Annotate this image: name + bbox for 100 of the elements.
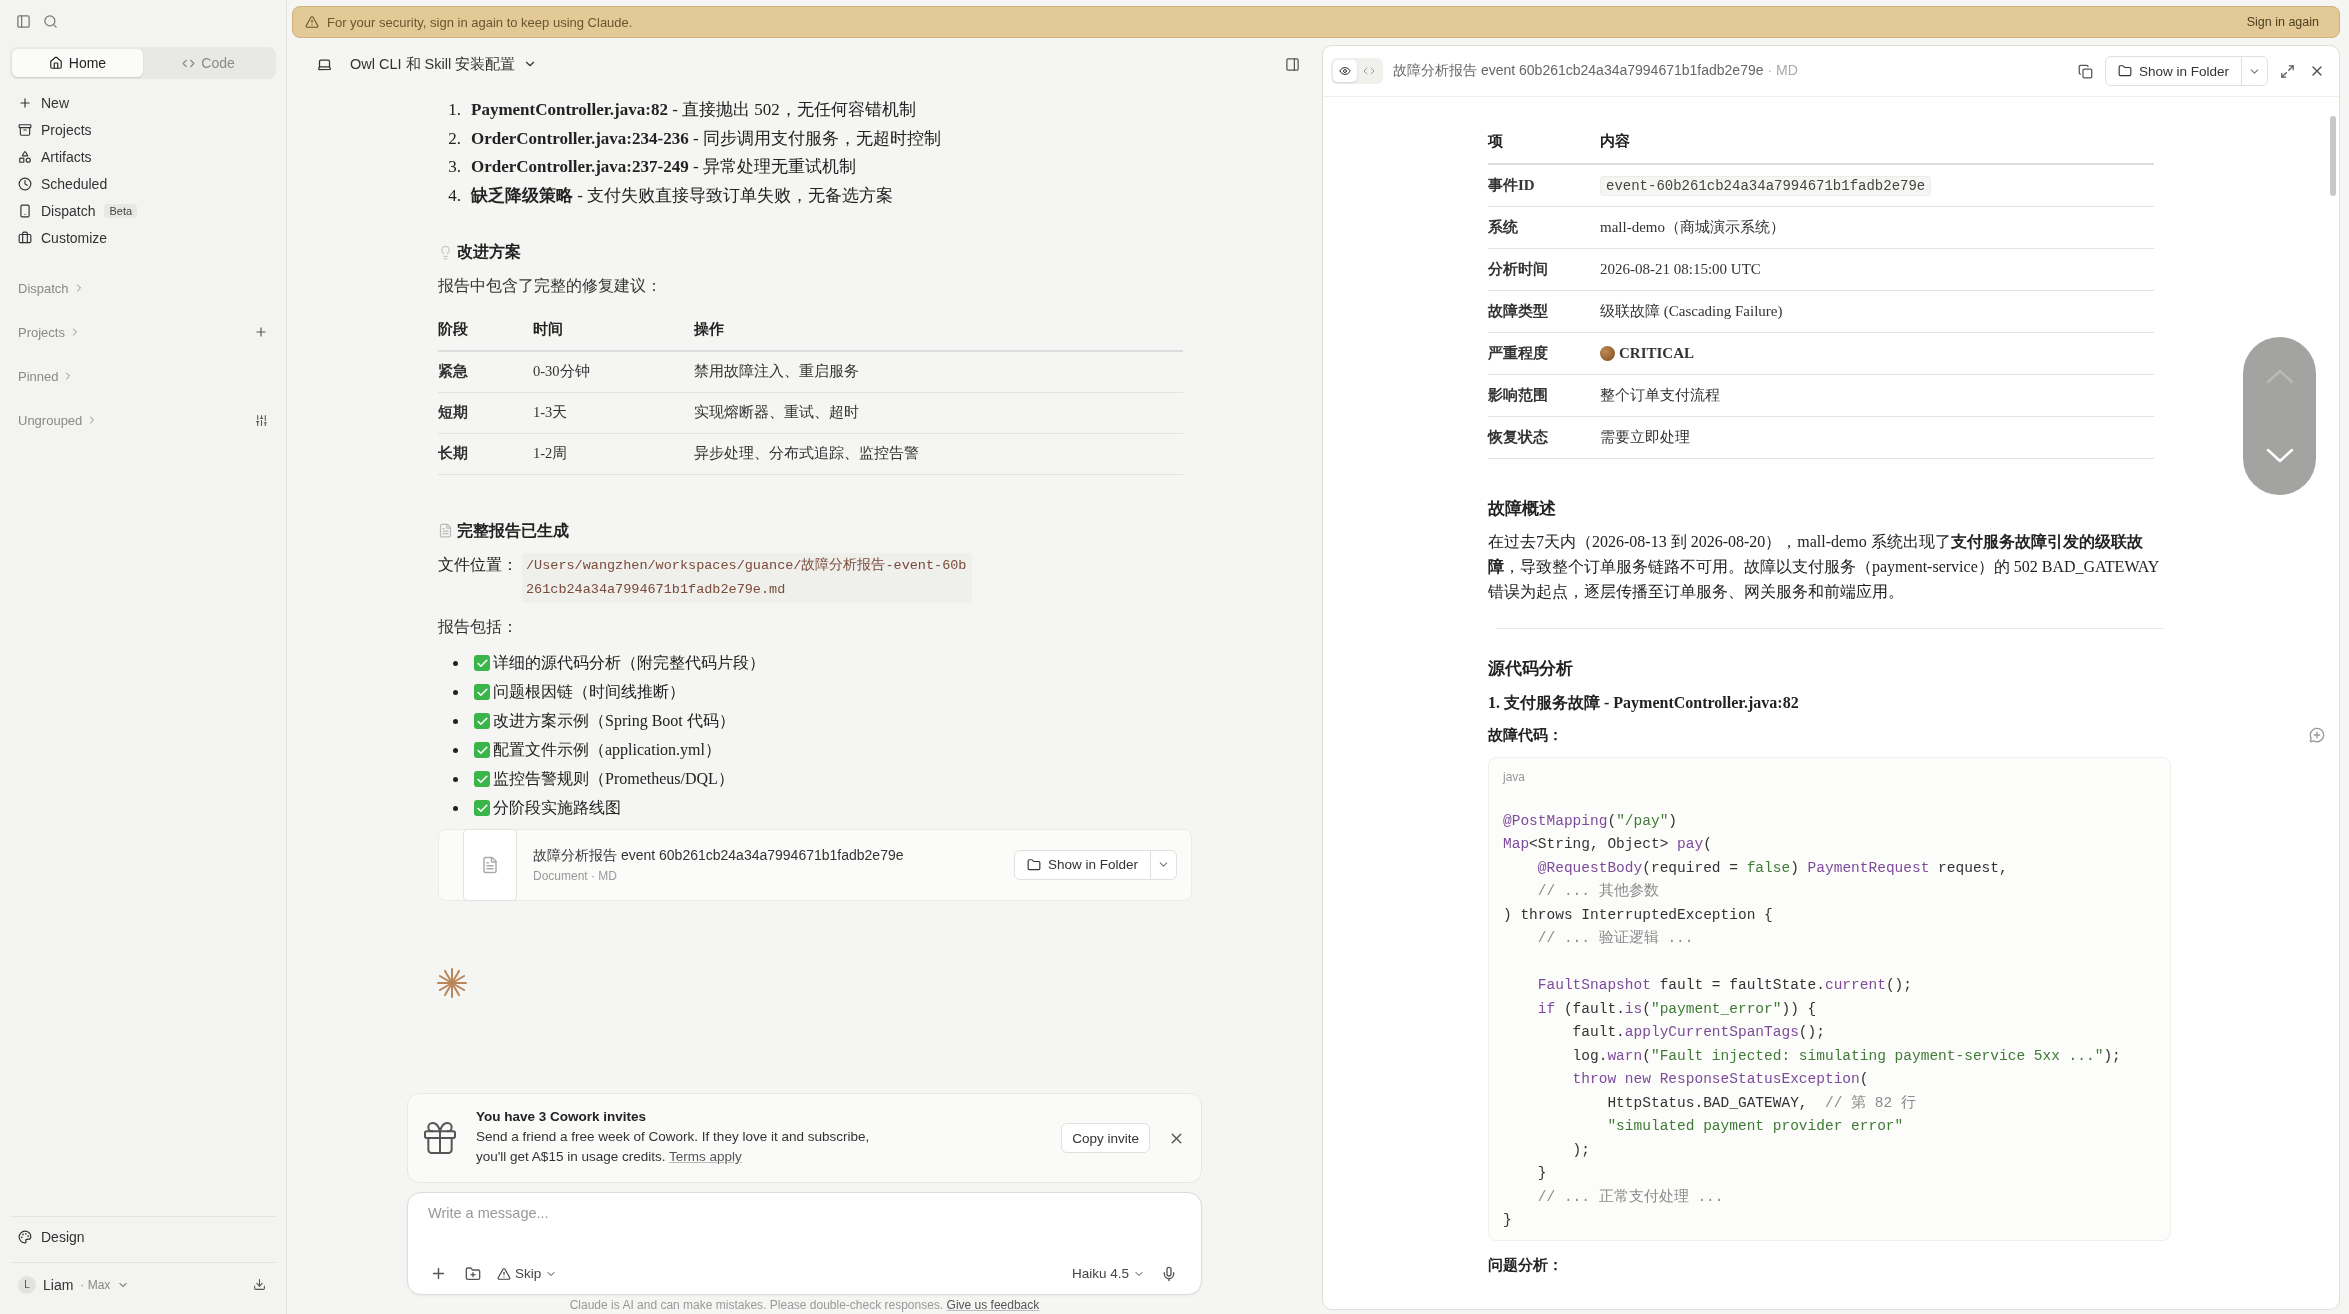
folder-icon <box>1026 857 1041 872</box>
list-item-text: 详细的源代码分析（附完整代码片段） <box>493 652 765 673</box>
column-header: 项 <box>1488 120 1600 164</box>
nav-item[interactable]: Scheduled <box>10 170 276 197</box>
sign-in-button[interactable]: Sign in again <box>2240 14 2325 30</box>
shapes-icon <box>18 149 32 164</box>
table-cell: 1-3天 <box>533 392 694 433</box>
list-number: 1. <box>447 99 461 121</box>
severity-label: CRITICAL <box>1619 344 1694 362</box>
list-item-text: OrderController.java:237-249 - 异常处理无重试机制 <box>471 156 856 178</box>
table-cell: 长期 <box>438 433 533 474</box>
table-cell: 需要立即处理 <box>1600 428 1690 445</box>
plus-icon <box>18 95 32 110</box>
paragraph: 报告中包含了完整的修复建议： <box>438 276 663 296</box>
list-item-text: 监控告警规则（Prometheus/DQL） <box>493 768 734 789</box>
table-cell: 恢复状态 <box>1488 416 1600 458</box>
table-cell: mall-demo（商城演示系统） <box>1600 218 1785 235</box>
archive-icon <box>18 122 32 137</box>
label: 故障代码： <box>1488 724 1563 745</box>
list-item-text: 问题根因链（时间线推断） <box>493 681 685 702</box>
section-heading: 源代码分析 <box>1488 657 1573 680</box>
chevron-down-icon <box>2265 448 2294 463</box>
bullet-icon <box>453 718 458 724</box>
list-item-text: OrderController.java:234-236 - 同步调用支付服务，无超时控制 <box>471 127 941 150</box>
code-line: } <box>1503 1211 1513 1230</box>
search-icon[interactable] <box>43 14 58 29</box>
briefcase-icon <box>18 230 32 245</box>
list-item-text: 分阶段实施路线图 <box>493 797 621 818</box>
subheading: 1. 支付服务故障 - PaymentController.java:82 <box>1488 692 1799 714</box>
column-header: 内容 <box>1600 120 2154 164</box>
section-heading: 改进方案 <box>457 242 521 262</box>
feedback-link[interactable]: Give us feedback <box>946 1298 1040 1312</box>
list-item-text: 配置文件示例（application.yml） <box>493 739 721 761</box>
file-path: /Users/wangzhen/workspaces/guance/故障分析报告-event-60b261cb24a34a7994671b1fadb2e79e.md <box>522 552 972 603</box>
mode-tab[interactable]: Home <box>12 49 143 77</box>
label: 问题分析： <box>1488 1254 1563 1275</box>
table-cell: 故障类型 <box>1488 290 1600 332</box>
list-item-text: 缺乏降级策略 - 支付失败直接导致订单失败，无备选方案 <box>471 184 894 207</box>
table-cell: 2026-08-21 08:15:00 UTC <box>1600 260 1761 277</box>
table-cell: 紧急 <box>438 351 533 392</box>
table-cell: 影响范围 <box>1488 374 1600 416</box>
format-label: · MD <box>1767 62 1798 78</box>
download-button[interactable] <box>251 1276 268 1293</box>
account-menu[interactable]: L Liam · Max <box>18 1275 130 1294</box>
download-icon <box>253 1278 266 1291</box>
document-title: 故障分析报告 event 60b261cb24a34a7994671b1fadb2e79e · MD <box>1393 62 1799 80</box>
code-line: ); <box>1571 1140 1591 1160</box>
nav-item[interactable]: New <box>10 89 276 116</box>
nav-item[interactable]: Dispatch Beta <box>10 197 276 224</box>
paragraph: 报告包括： <box>438 616 519 637</box>
copy-invite-button[interactable]: Copy invite <box>1061 1123 1150 1153</box>
sidebar-toggle-icon[interactable] <box>16 14 31 29</box>
table-cell: 1-2周 <box>533 433 694 474</box>
phone-icon <box>18 203 32 218</box>
column-header: 阶段 <box>438 309 533 351</box>
panel-icon <box>1285 56 1300 72</box>
scrollbar-thumb[interactable] <box>2330 116 2336 196</box>
code-language: java <box>1503 769 1526 786</box>
design-item[interactable]: Design <box>10 1216 276 1256</box>
sliders-icon <box>255 413 268 427</box>
conversation-title[interactable]: Owl CLI 和 Skill 安装配置 <box>317 54 538 74</box>
table-cell: 事件ID <box>1488 164 1600 206</box>
nav-item[interactable]: Projects <box>10 116 276 143</box>
message-input[interactable]: Write a message... <box>428 1205 1179 1221</box>
paragraph: 在过去7天内（2026-08-13 到 2026-08-20），mall-demo 系统出现了支付服务故障引发的级联故障，导致整个订单服务链路不可用。故障以支付服务（payment-service）的 502 BAD_GATEWAY 错误为起点，逐层传播至订单服务、网关服务和前端应用。 <box>1488 531 2160 602</box>
model-selector[interactable]: Haiku 4.5 <box>1071 1266 1145 1281</box>
bullet-icon <box>453 776 458 782</box>
code-line: "simulated payment provider error" <box>1606 1117 1905 1136</box>
bullet-icon <box>453 689 458 695</box>
code-line: log.warn("Fault injected: simulating payment-service 5xx ..."); <box>1571 1046 2122 1066</box>
event-id: event-60b261cb24a34a7994671b1fadb2e79e <box>1600 175 1932 196</box>
mode-selector[interactable]: Skip <box>497 1266 558 1281</box>
terms-link[interactable]: Terms apply <box>668 1149 742 1164</box>
code-line: throw new ResponseStatusException( <box>1571 1070 1870 1089</box>
palette-icon <box>18 1229 32 1244</box>
file-type: Document · MD <box>533 868 619 883</box>
table-cell: 实现熔断器、重试、超时 <box>694 392 1183 433</box>
bullet-icon <box>453 805 458 811</box>
table-cell: 0-30分钟 <box>533 351 694 392</box>
code-line: Map<String, Object> pay( <box>1503 835 1713 854</box>
column-header: 时间 <box>533 309 694 351</box>
home-icon <box>48 56 63 70</box>
section-heading: 故障概述 <box>1488 497 1556 520</box>
folder-icon <box>2117 64 2132 78</box>
code-line: // ... 验证逻辑 ... <box>1536 929 1695 948</box>
eye-icon <box>1339 64 1351 78</box>
table-cell: 级联故障 (Cascading Failure) <box>1600 302 1783 319</box>
spinner-icon <box>436 966 468 999</box>
list-number: 2. <box>447 127 461 150</box>
code-line: @RequestBody(required = false) PaymentRequest request, <box>1536 858 2009 878</box>
code-line: // ... 其他参数 <box>1536 881 1660 901</box>
nav-item[interactable]: Artifacts <box>10 143 276 170</box>
preview-toggle[interactable] <box>1333 60 1357 82</box>
code-line: ) throws InterruptedException { <box>1503 905 1774 925</box>
warning-icon <box>497 1266 511 1281</box>
column-header: 操作 <box>694 309 1183 351</box>
code-line: // ... 正常支付处理 ... <box>1536 1187 1725 1207</box>
nav-item[interactable]: Customize <box>10 224 276 251</box>
code-line: fault.applyCurrentSpanTags(); <box>1571 1023 1826 1042</box>
table-cell: 系统 <box>1488 206 1600 248</box>
